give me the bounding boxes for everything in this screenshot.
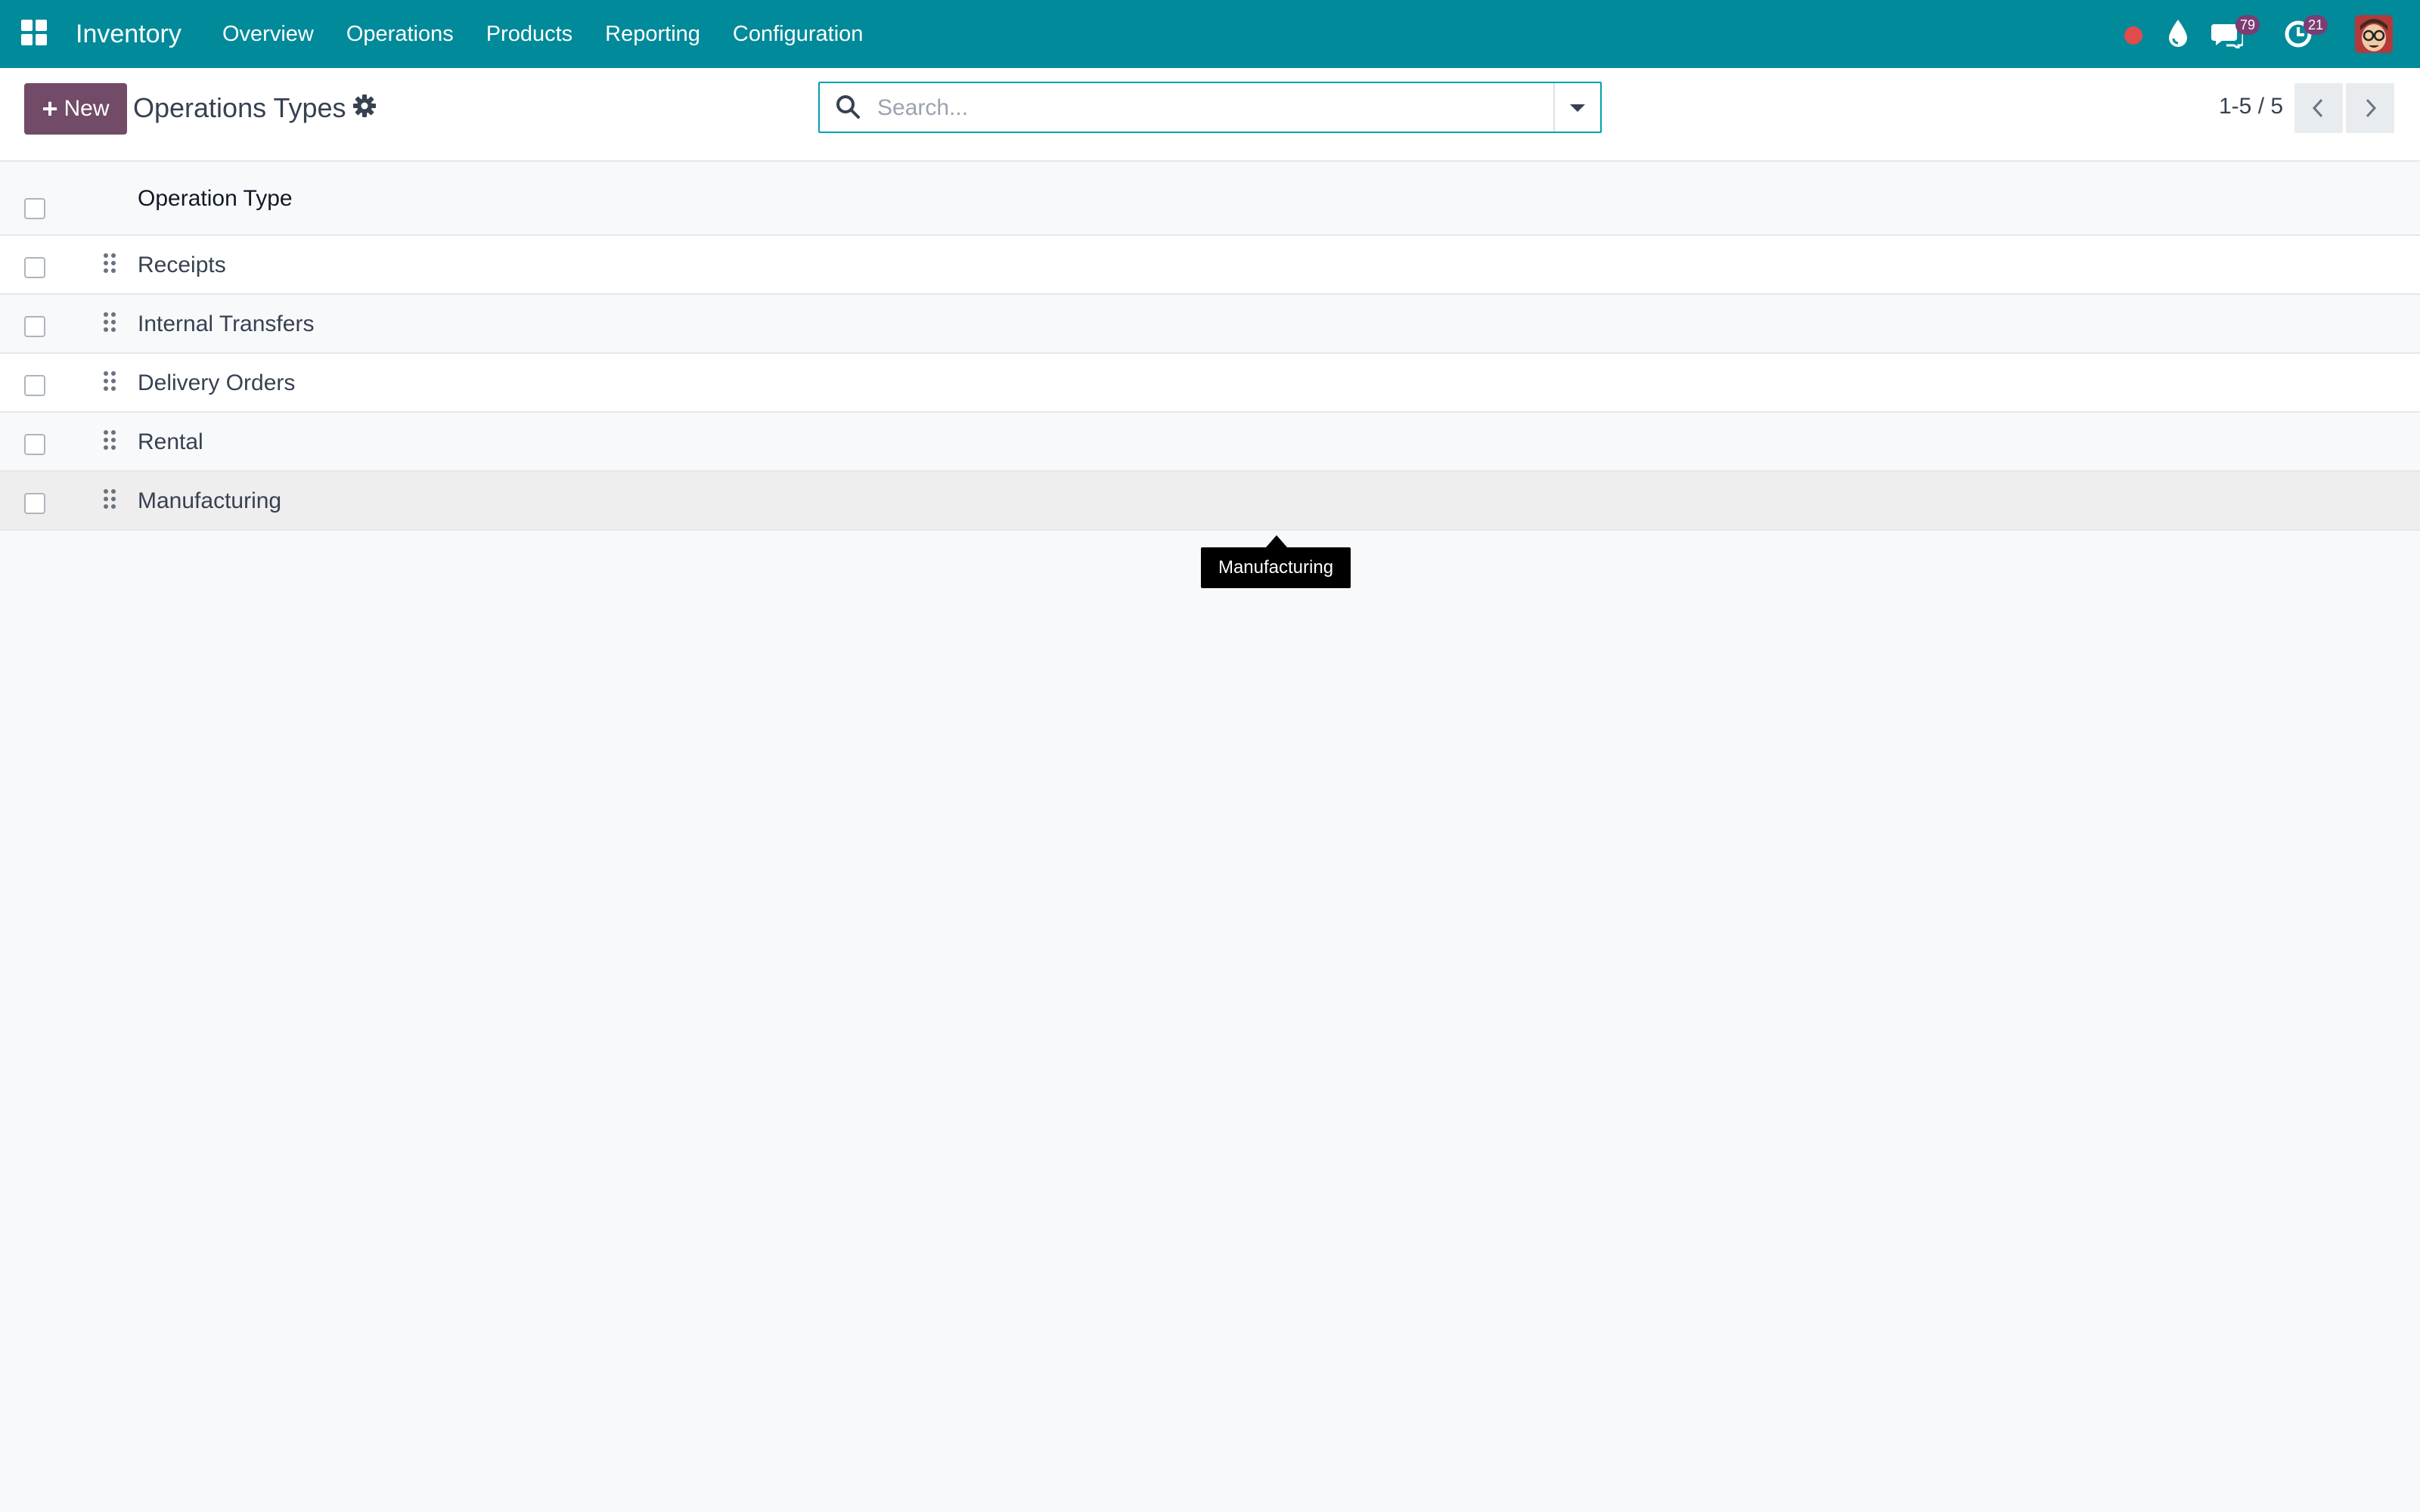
new-button[interactable]: + New (24, 83, 127, 135)
table-row[interactable]: Receipts (0, 236, 2420, 295)
row-checkbox[interactable] (24, 257, 45, 278)
drag-handle-icon[interactable] (103, 311, 118, 334)
row-checkbox[interactable] (24, 316, 45, 337)
new-button-label: New (64, 96, 110, 121)
top-navbar: Inventory Overview Operations Products R… (0, 0, 2420, 68)
menu-item-overview[interactable]: Overview (222, 17, 314, 51)
table-row[interactable]: Delivery Orders (0, 354, 2420, 413)
select-all-checkbox[interactable] (24, 198, 45, 219)
column-header-operation-type[interactable]: Operation Type (138, 186, 293, 212)
control-panel: + New Operations Types 1-5 / 5 (0, 68, 2420, 162)
drag-handle-icon[interactable] (103, 429, 118, 452)
table-row[interactable]: Rental (0, 413, 2420, 472)
recording-dot-icon[interactable] (2122, 24, 2145, 47)
row-label: Receipts (138, 253, 226, 277)
drag-handle-icon[interactable] (103, 488, 118, 511)
search-input[interactable] (876, 91, 1559, 125)
pager-value[interactable]: 1-5 / 5 (2219, 94, 2283, 119)
pager-previous-button[interactable] (2294, 83, 2343, 133)
chevron-left-icon (2312, 98, 2323, 118)
search-bar (818, 82, 1602, 133)
page-title: Operations Types (133, 92, 346, 123)
tooltip: Manufacturing (1201, 547, 1351, 588)
drop-icon[interactable] (2166, 18, 2190, 48)
list-header: Operation Type (0, 162, 2420, 236)
row-checkbox[interactable] (24, 434, 45, 455)
user-avatar[interactable] (2355, 15, 2393, 53)
row-label: Internal Transfers (138, 311, 315, 336)
search-icon (836, 95, 860, 119)
app-name[interactable]: Inventory (76, 17, 182, 51)
row-checkbox[interactable] (24, 375, 45, 396)
row-label: Manufacturing (138, 488, 282, 513)
activities-count-badge: 21 (2304, 15, 2328, 35)
apps-menu-icon[interactable] (21, 20, 48, 47)
messages-count-badge: 79 (2235, 15, 2260, 35)
search-options-toggle[interactable] (1553, 83, 1600, 132)
menu-item-configuration[interactable]: Configuration (733, 17, 864, 51)
gear-icon[interactable] (352, 94, 377, 118)
drag-handle-icon[interactable] (103, 370, 118, 393)
tooltip-arrow (1266, 535, 1287, 547)
menu-item-operations[interactable]: Operations (346, 17, 454, 51)
drag-handle-icon[interactable] (103, 253, 118, 275)
chevron-right-icon (2366, 98, 2377, 118)
main-menu: Overview Operations Products Reporting C… (222, 17, 895, 51)
pager-next-button[interactable] (2346, 83, 2394, 133)
caret-down-icon (1570, 104, 1585, 112)
table-row[interactable]: Manufacturing (0, 472, 2420, 531)
plus-icon: + (42, 93, 58, 124)
table-row[interactable]: Internal Transfers (0, 295, 2420, 354)
menu-item-reporting[interactable]: Reporting (605, 17, 700, 51)
row-label: Rental (138, 429, 203, 454)
row-label: Delivery Orders (138, 370, 296, 395)
row-checkbox[interactable] (24, 493, 45, 514)
menu-item-products[interactable]: Products (486, 17, 572, 51)
